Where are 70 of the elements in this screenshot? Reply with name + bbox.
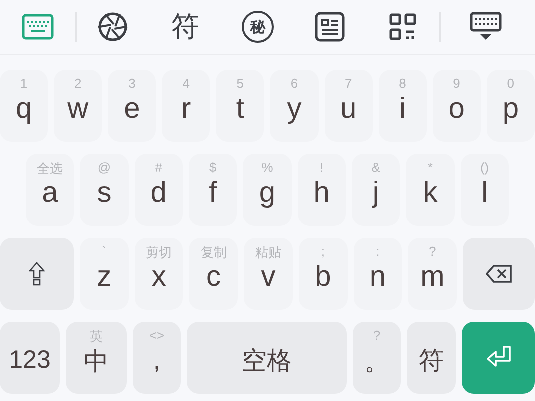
key-hint: 2 [74,76,83,91]
letter-key[interactable]: 0 p [486,70,535,142]
letter-key[interactable]: 全选 a [26,154,74,226]
key-hint: $ [208,160,218,175]
letter-key[interactable]: () l [460,154,509,226]
letter-key[interactable]: 7 u [324,70,373,142]
letter-key[interactable]: 2 w [54,70,102,142]
letter-key[interactable]: 4 r [162,70,210,142]
function-key[interactable]: ? 。 [353,322,401,394]
letter-key[interactable]: 复制 c [189,238,238,310]
key-hint: ? [428,244,438,259]
key-hint: 1 [19,76,29,91]
letter-key[interactable]: 1 q [0,70,48,142]
function-key[interactable]: <> , [133,322,181,394]
key-hint: @ [96,160,112,175]
enter-key[interactable] [462,322,535,394]
key-hint: ` [101,244,108,259]
backspace-key[interactable] [463,238,535,310]
key-hint: 5 [236,76,246,91]
letter-key[interactable]: $ f [188,154,238,226]
shift-icon [29,262,45,286]
key-hint: 0 [506,76,516,91]
key-hint: 6 [290,76,300,91]
key-hint: 复制 [200,244,228,262]
letter-key[interactable]: % g [243,154,292,226]
backspace-icon [486,265,512,283]
secret-button[interactable]: 秘 [242,11,274,43]
letter-key[interactable]: 6 y [270,70,319,142]
key-hint: 全选 [36,160,64,178]
key-hint: 粘贴 [254,244,283,262]
key-hint: ; [320,244,326,259]
key-hint: * [426,160,434,175]
key-hint: 8 [398,76,408,91]
key-hint: # [154,160,164,175]
key-hint: 9 [452,76,462,91]
space-key[interactable]: 空格 [187,322,347,394]
letter-key[interactable]: ; b [298,238,348,310]
key-hint: 剪切 [145,244,174,262]
key-hint: % [260,160,274,175]
letter-key[interactable]: : n [354,238,402,310]
key-hint: <> [148,328,166,343]
grid-icon[interactable] [388,13,417,41]
key-hint: 7 [344,76,354,91]
aperture-icon[interactable] [98,12,128,42]
function-key[interactable]: 123 [0,322,60,394]
letter-key[interactable]: ! h [298,154,346,226]
letter-key[interactable]: ? m [408,238,458,310]
key-hint: 4 [182,76,191,91]
keyboard-hide-icon[interactable] [470,12,502,42]
letter-key[interactable]: 8 i [378,70,427,142]
letter-key[interactable]: @ s [80,154,129,226]
key-hint: () [479,160,490,175]
letter-key[interactable]: 5 t [216,70,264,142]
letter-key[interactable]: * k [406,154,455,226]
symbol-button[interactable]: 符 [172,8,200,46]
key-hint: ! [318,160,325,175]
letter-key[interactable]: ` z [80,238,129,310]
letter-key[interactable]: 剪切 x [134,238,184,310]
key-hint: : [375,244,381,259]
letter-key[interactable]: & j [352,154,400,226]
article-icon[interactable] [315,12,346,42]
function-key[interactable]: 符 [407,322,456,394]
letter-key[interactable]: # d [134,154,183,226]
letter-key[interactable]: 3 e [108,70,156,142]
letter-key[interactable]: 粘贴 v [244,238,293,310]
letter-key[interactable]: 9 o [432,70,481,142]
key-hint: & [370,160,382,175]
keyboard-icon[interactable] [22,14,54,40]
key-hint: 3 [128,76,137,91]
key-hint: ? [372,328,382,343]
